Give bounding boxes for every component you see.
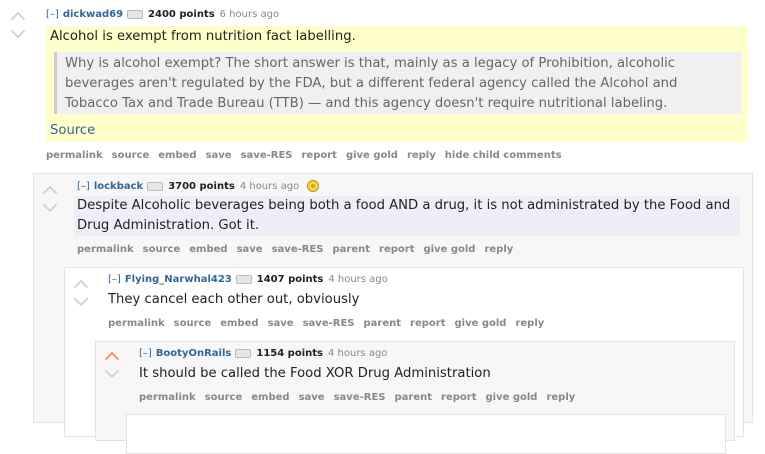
blockquote: Why is alcohol exempt? The short answer … bbox=[54, 52, 742, 114]
upvote-arrow-icon[interactable] bbox=[42, 182, 58, 198]
give-gold-button[interactable]: give gold bbox=[485, 392, 537, 403]
downvote-arrow-icon[interactable] bbox=[73, 294, 89, 310]
embed-button[interactable]: embed bbox=[189, 244, 227, 255]
score: 1407 points bbox=[256, 274, 324, 285]
comment-tagline: [–] BootyOnRails 1154 points 4 hours ago bbox=[139, 348, 387, 359]
collapse-toggle[interactable]: [–] bbox=[46, 9, 59, 20]
comment-text: Despite Alcoholic beverages being both a… bbox=[77, 198, 731, 233]
report-button[interactable]: report bbox=[441, 392, 476, 403]
timestamp: 4 hours ago bbox=[239, 180, 300, 192]
source-button[interactable]: source bbox=[112, 150, 150, 161]
score: 3700 points bbox=[168, 180, 235, 192]
comment-text: Alcohol is exempt from nutrition fact la… bbox=[50, 29, 356, 44]
comment-tagline: [–] Flying_Narwhal423 1407 points 4 hour… bbox=[108, 274, 388, 285]
res-tag-icon[interactable] bbox=[127, 10, 144, 19]
source-button[interactable]: source bbox=[205, 392, 243, 403]
res-tag-icon[interactable] bbox=[147, 181, 164, 191]
comment-buttons: permalink source embed save save-RES parent re… bbox=[108, 318, 553, 329]
comment-text: It should be called the Food XOR Drug Ad… bbox=[139, 366, 491, 381]
res-tag-icon[interactable] bbox=[235, 349, 252, 358]
source-link[interactable]: Source bbox=[50, 123, 95, 138]
save-res-button[interactable]: save-RES bbox=[334, 392, 386, 403]
save-res-button[interactable]: save-RES bbox=[241, 150, 293, 161]
child-comment-stub bbox=[126, 414, 726, 454]
permalink-button[interactable]: permalink bbox=[139, 392, 196, 403]
upvote-arrow-icon[interactable] bbox=[104, 348, 120, 364]
collapse-toggle[interactable]: [–] bbox=[108, 274, 121, 285]
reply-button[interactable]: reply bbox=[407, 150, 436, 161]
comment-buttons: permalink source embed save save-RES parent re… bbox=[139, 392, 584, 403]
upvote-arrow-icon[interactable] bbox=[10, 8, 26, 24]
gilded-icon bbox=[307, 180, 320, 192]
reply-button[interactable]: reply bbox=[546, 392, 575, 403]
embed-button[interactable]: embed bbox=[251, 392, 289, 403]
embed-button[interactable]: embed bbox=[158, 150, 196, 161]
give-gold-button[interactable]: give gold bbox=[423, 244, 475, 255]
save-button[interactable]: save bbox=[206, 150, 232, 161]
score: 1154 points bbox=[256, 348, 323, 359]
timestamp: 4 hours ago bbox=[328, 274, 388, 285]
hide-child-comments-button[interactable]: hide child comments bbox=[445, 150, 562, 161]
comment-lockback: [–] lockback 3700 points 4 hours ago Des… bbox=[33, 173, 753, 454]
score: 2400 points bbox=[148, 9, 215, 20]
comment-buttons: permalink source embed save save-RES parent re… bbox=[77, 244, 522, 255]
timestamp: 6 hours ago bbox=[219, 9, 280, 20]
collapse-toggle[interactable]: [–] bbox=[77, 181, 90, 192]
res-tag-icon[interactable] bbox=[235, 275, 252, 284]
parent-button[interactable]: parent bbox=[394, 392, 432, 403]
reply-button[interactable]: reply bbox=[484, 244, 513, 255]
give-gold-button[interactable]: give gold bbox=[346, 150, 398, 161]
comment-flying-narwhal423: [–] Flying_Narwhal423 1407 points 4 hour… bbox=[64, 267, 744, 454]
comment-bootyonrails: [–] BootyOnRails 1154 points 4 hours ago… bbox=[95, 341, 735, 454]
report-button[interactable]: report bbox=[379, 244, 414, 255]
comment-buttons: permalink source embed save save-RES report gi… bbox=[46, 150, 571, 161]
reply-button[interactable]: reply bbox=[515, 318, 544, 329]
downvote-arrow-icon[interactable] bbox=[42, 200, 58, 216]
save-res-button[interactable]: save-RES bbox=[303, 318, 355, 329]
author-link[interactable]: Flying_Narwhal423 bbox=[125, 274, 232, 285]
save-res-button[interactable]: save-RES bbox=[272, 244, 324, 255]
give-gold-button[interactable]: give gold bbox=[454, 318, 506, 329]
parent-button[interactable]: parent bbox=[363, 318, 401, 329]
permalink-button[interactable]: permalink bbox=[108, 318, 165, 329]
downvote-arrow-icon[interactable] bbox=[10, 26, 26, 42]
collapse-toggle[interactable]: [–] bbox=[139, 348, 152, 359]
timestamp: 4 hours ago bbox=[327, 348, 388, 359]
author-link[interactable]: BootyOnRails bbox=[156, 348, 232, 359]
author-link[interactable]: dickwad69 bbox=[63, 9, 123, 20]
embed-button[interactable]: embed bbox=[220, 318, 258, 329]
parent-button[interactable]: parent bbox=[332, 244, 370, 255]
report-button[interactable]: report bbox=[301, 150, 336, 161]
comment-dickwad69: [–] dickwad69 2400 points 6 hours ago Al… bbox=[0, 0, 765, 170]
author-link[interactable]: lockback bbox=[94, 181, 143, 192]
save-button[interactable]: save bbox=[237, 244, 263, 255]
save-button[interactable]: save bbox=[268, 318, 294, 329]
upvote-arrow-icon[interactable] bbox=[73, 276, 89, 292]
source-button[interactable]: source bbox=[174, 318, 212, 329]
comment-tagline: [–] dickwad69 2400 points 6 hours ago bbox=[46, 9, 279, 20]
report-button[interactable]: report bbox=[410, 318, 445, 329]
permalink-button[interactable]: permalink bbox=[46, 150, 103, 161]
comment-text: They cancel each other out, obviously bbox=[108, 292, 360, 307]
save-button[interactable]: save bbox=[299, 392, 325, 403]
permalink-button[interactable]: permalink bbox=[77, 244, 134, 255]
comment-tagline: [–] lockback 3700 points 4 hours ago bbox=[77, 180, 320, 192]
downvote-arrow-icon[interactable] bbox=[104, 366, 120, 382]
source-button[interactable]: source bbox=[143, 244, 181, 255]
